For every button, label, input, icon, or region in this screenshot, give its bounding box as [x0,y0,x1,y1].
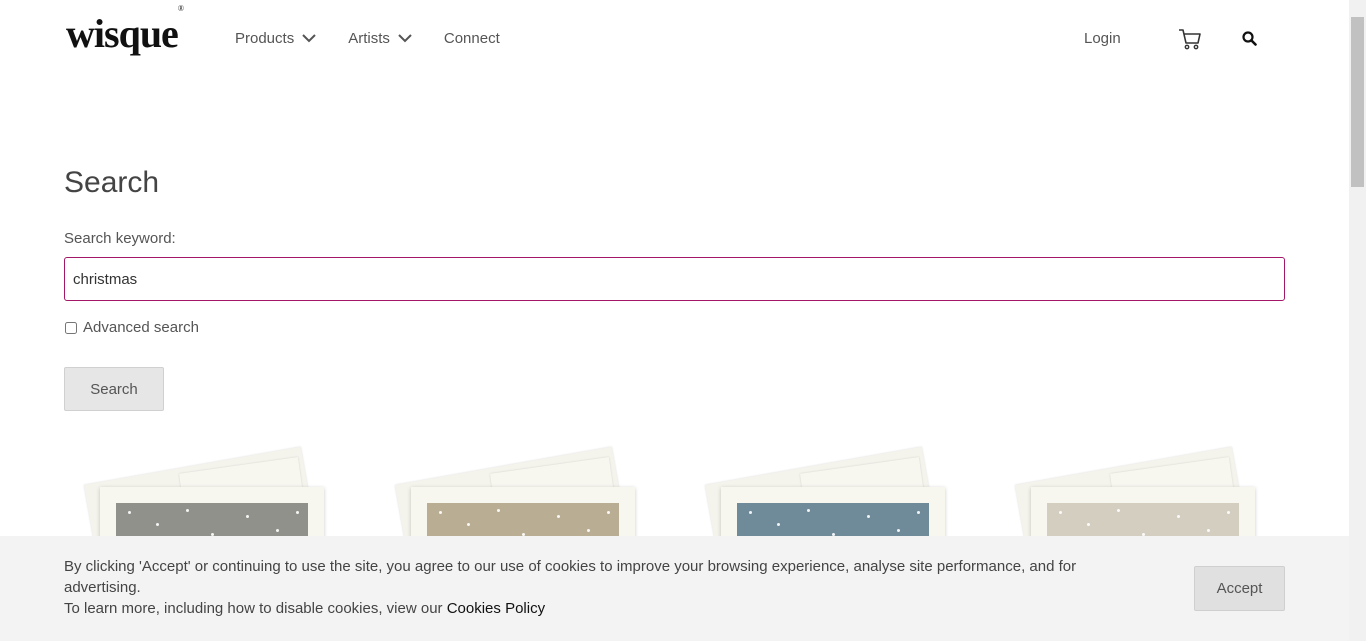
search-button[interactable]: Search [64,367,164,411]
snowflake [607,511,610,514]
nav-products-label: Products [235,30,295,47]
snowflake [1087,523,1090,526]
search-keyword-label: Search keyword: [64,230,176,247]
snowflake [156,523,159,526]
accept-cookies-button[interactable]: Accept [1194,566,1285,611]
snowflake [1227,511,1230,514]
snowflake [246,515,249,518]
scrollbar-thumb[interactable] [1351,17,1364,187]
cookie-banner: By clicking 'Accept' or continuing to us… [0,536,1349,641]
snowflake [807,509,810,512]
main-nav: Products Artists Connect [235,30,532,47]
snowflake [777,523,780,526]
snowflake [587,529,590,532]
page: wisque® Products Artists Connect Login S… [0,0,1349,641]
cookie-text-line1: By clicking 'Accept' or continuing to us… [64,558,1077,596]
advanced-search-checkbox[interactable] [65,321,77,334]
chevron-down-icon [398,30,412,47]
snowflake [1059,511,1062,514]
cookie-text-line2: To learn more, including how to disable … [64,600,447,617]
snowflake [497,509,500,512]
snowflake [439,511,442,514]
cart-icon[interactable] [1178,28,1202,55]
nav-products[interactable]: Products [235,30,316,47]
snowflake [186,509,189,512]
search-keyword-input[interactable] [64,257,1285,301]
snowflake [467,523,470,526]
nav-artists-label: Artists [348,30,390,47]
snowflake [1117,509,1120,512]
page-title: Search [64,166,160,199]
snowflake [749,511,752,514]
page-scrollbar[interactable] [1349,0,1366,641]
login-link[interactable]: Login [1084,30,1121,47]
cookies-policy-link[interactable]: Cookies Policy [447,600,545,617]
nav-connect[interactable]: Connect [444,30,500,47]
search-icon[interactable] [1242,31,1257,51]
advanced-search-option[interactable]: Advanced search [64,319,199,336]
chevron-down-icon [302,30,316,47]
snowflake [917,511,920,514]
snowflake [557,515,560,518]
snowflake [276,529,279,532]
snowflake [296,511,299,514]
advanced-search-label: Advanced search [83,319,199,336]
site-header: wisque® Products Artists Connect Login [0,0,1349,80]
nav-artists[interactable]: Artists [348,30,412,47]
snowflake [128,511,131,514]
snowflake [1207,529,1210,532]
snowflake [867,515,870,518]
cookie-message: By clicking 'Accept' or continuing to us… [64,556,1154,619]
snowflake [1177,515,1180,518]
wisque-logo[interactable]: wisque® [66,4,184,57]
nav-connect-label: Connect [443,30,500,47]
snowflake [897,529,900,532]
